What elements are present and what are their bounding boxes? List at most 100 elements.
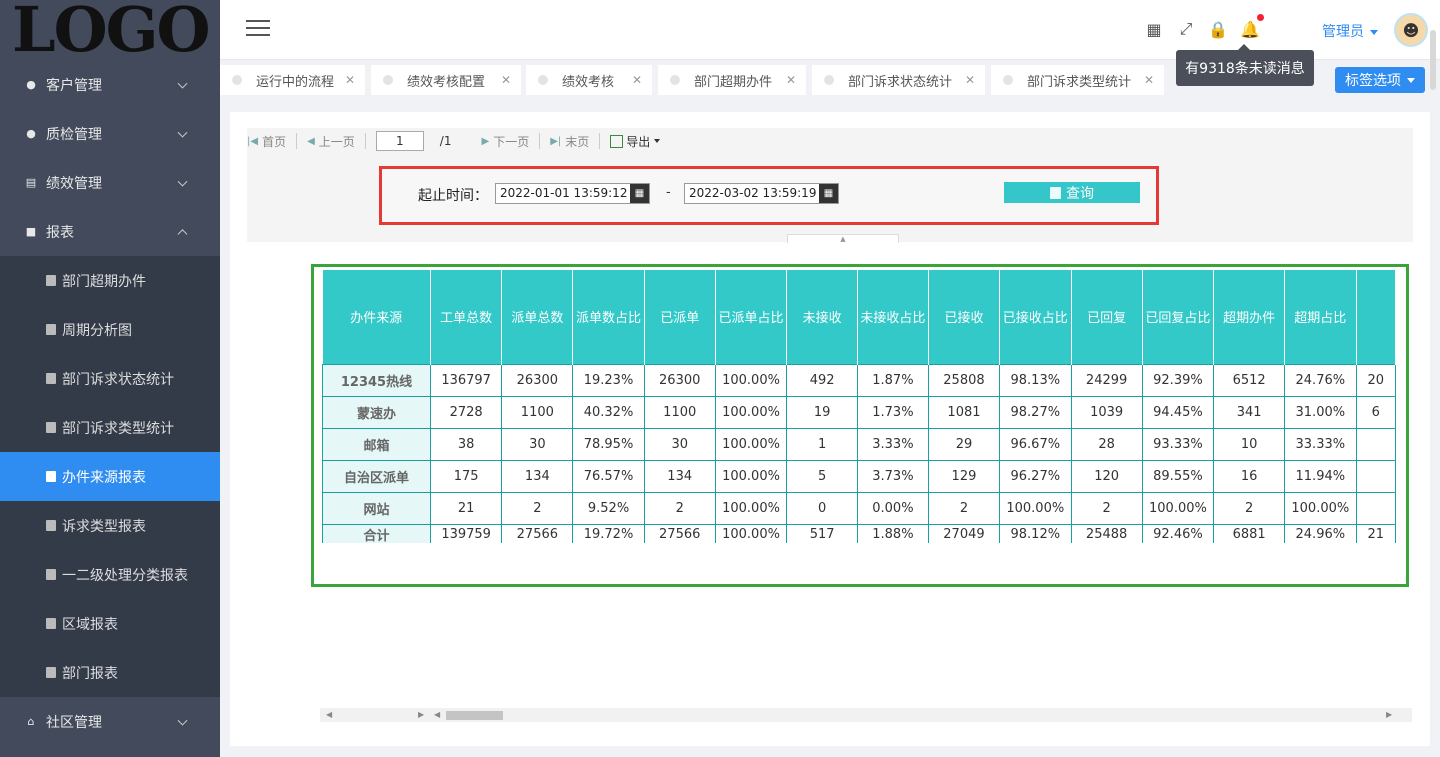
export-button[interactable]: 导出 <box>610 133 661 150</box>
sidebar-item-customer[interactable]: ● 客户管理 <box>0 60 220 109</box>
table-cell: 341 <box>1213 395 1286 429</box>
next-page-button[interactable]: ▶ 下一页 <box>481 133 529 150</box>
submenu-label: 办件来源报表 <box>62 469 146 486</box>
tab-options-button[interactable]: 标签选项 <box>1335 67 1425 93</box>
tab-label: 绩效考核 <box>562 74 615 90</box>
scroll-right-icon[interactable]: ▶ <box>418 710 424 719</box>
page-total: /1 <box>439 134 452 148</box>
admin-label: 管理员 <box>1322 24 1364 40</box>
table-cell: 9.52% <box>572 491 645 525</box>
table-cell: 2 <box>1213 491 1286 525</box>
column-header: 超期办件 <box>1213 270 1286 364</box>
scroll-left-icon[interactable]: ◀ <box>434 710 440 719</box>
table-cell: 100.00% <box>714 395 788 429</box>
admin-dropdown[interactable]: 管理员 <box>1322 21 1378 41</box>
table-cell: 2 <box>643 491 716 525</box>
filter-area: 起止时间： 2022-01-01 13:59:12 ▦ - 2022-03-02 … <box>247 154 1413 243</box>
submenu-label: 一二级处理分类报表 <box>62 567 188 584</box>
document-icon <box>46 520 56 531</box>
sidebar-item-label: 报表 <box>46 224 74 241</box>
last-page-button[interactable]: ▶| 末页 <box>550 133 589 150</box>
table-viewport: 办件来源 工单总数 派单总数 派单数占比 已派单 已派单占比 未接收 未接收占比… <box>322 270 1396 543</box>
sidebar-item-quality[interactable]: ● 质检管理 <box>0 109 220 158</box>
table-header-row: 办件来源 工单总数 派单总数 派单数占比 已派单 已派单占比 未接收 未接收占比… <box>322 270 1396 364</box>
query-label: 查询 <box>1066 185 1094 202</box>
table-cell: 30 <box>643 427 716 461</box>
table-body: 12345热线 136797 26300 19.23% 26300 100.00% 492 1… <box>322 363 1396 543</box>
column-header: 办件来源 <box>322 270 431 364</box>
close-icon[interactable]: ✕ <box>632 73 642 87</box>
caret-down-icon <box>1370 29 1378 35</box>
submenu-item[interactable]: 部门诉求类型统计 <box>0 403 220 452</box>
hamburger-menu-icon[interactable] <box>246 20 270 38</box>
submenu-item[interactable]: 部门诉求状态统计 <box>0 354 220 403</box>
column-header: 工单总数 <box>430 270 503 364</box>
tab[interactable]: 部门诉求类型统计 ✕ <box>991 65 1164 95</box>
table-cell: 100.00% <box>714 363 788 397</box>
table-cell: 31.00% <box>1284 395 1357 429</box>
tab-dot <box>383 75 393 85</box>
table-cell: 139759 <box>429 523 503 543</box>
tab-label: 部门诉求类型统计 <box>1027 74 1132 90</box>
sidebar-item-label: 社区管理 <box>46 714 102 731</box>
submenu-item[interactable]: 诉求类型报表 <box>0 501 220 550</box>
tab[interactable]: 部门超期办件 ✕ <box>658 65 806 95</box>
table-cell: 98.12% <box>999 523 1072 543</box>
close-icon[interactable]: ✕ <box>501 73 511 87</box>
avatar[interactable]: ☻ <box>1394 13 1428 47</box>
submenu-label: 周期分析图 <box>62 322 132 339</box>
submenu-item[interactable]: 区域报表 <box>0 599 220 648</box>
submenu-item[interactable]: 一二级处理分类报表 <box>0 550 220 599</box>
tab-dot <box>824 75 834 85</box>
calendar-icon[interactable]: ▦ <box>630 184 649 203</box>
end-date-input[interactable]: 2022-03-02 13:59:19 ▦ <box>684 183 839 204</box>
scroll-thumb[interactable] <box>446 711 503 720</box>
page-number-input[interactable]: 1 <box>375 131 424 151</box>
close-icon[interactable]: ✕ <box>345 73 355 87</box>
prev-page-icon: ◀ <box>307 135 315 147</box>
submenu-item[interactable]: 部门报表 <box>0 648 220 697</box>
close-icon[interactable]: ✕ <box>786 73 796 87</box>
sidebar-item-reports[interactable]: ■ 报表 <box>0 207 220 256</box>
lock-icon[interactable]: 🔒 <box>1208 18 1228 40</box>
tab[interactable]: 部门诉求状态统计 ✕ <box>812 65 985 95</box>
table-cell: 100.00% <box>714 491 788 525</box>
submenu-item[interactable]: 部门超期办件 <box>0 256 220 305</box>
start-date-input[interactable]: 2022-01-01 13:59:12 ▦ <box>495 183 650 204</box>
collapse-toggle[interactable]: ▲ <box>787 234 899 243</box>
page-scrollbar[interactable] <box>1430 30 1436 90</box>
table-cell: 78.95% <box>572 427 645 461</box>
sidebar-item-community[interactable]: ⌂ 社区管理 <box>0 697 220 746</box>
reports-submenu: 部门超期办件 周期分析图 部门诉求状态统计 部门诉求类型统计 办件来源报表 诉求… <box>0 256 220 697</box>
scroll-right-icon[interactable]: ▶ <box>1386 710 1392 719</box>
scroll-left-icon[interactable]: ◀ <box>326 710 332 719</box>
table-cell: 92.39% <box>1141 363 1215 397</box>
submenu-item-active[interactable]: 办件来源报表 <box>0 452 220 501</box>
tab[interactable]: 绩效考核配置 ✕ <box>371 65 521 95</box>
query-button[interactable]: 查询 <box>1004 182 1140 203</box>
submenu-item[interactable]: 周期分析图 <box>0 305 220 354</box>
prev-page-button[interactable]: ◀ 上一页 <box>307 133 355 150</box>
report-panel: |◀ 首页 ◀ 上一页 1 /1 ▶ 下一页 ▶| 末页 导出 起止时间： 2022-0… <box>230 112 1430 746</box>
first-page-button[interactable]: |◀ 首页 <box>247 133 286 150</box>
table-cell: 24.76% <box>1284 363 1357 397</box>
tab[interactable]: 绩效考核 ✕ <box>526 65 652 95</box>
first-page-icon: |◀ <box>247 135 259 147</box>
table-cell: 2 <box>1070 491 1143 525</box>
grid-apps-icon[interactable]: ▦ <box>1144 18 1164 40</box>
sidebar-item-performance[interactable]: ▤ 绩效管理 <box>0 158 220 207</box>
calendar-icon[interactable]: ▦ <box>819 184 838 203</box>
caret-down-icon <box>1407 77 1415 83</box>
tab-dot <box>670 75 680 85</box>
close-icon[interactable]: ✕ <box>1144 73 1154 87</box>
table-cell: 29 <box>927 427 1001 461</box>
bell-icon[interactable]: 🔔 <box>1240 14 1264 40</box>
document-icon <box>46 324 56 335</box>
close-icon[interactable]: ✕ <box>965 73 975 87</box>
table-cell: 1.88% <box>856 523 929 543</box>
horizontal-scrollbar[interactable]: ◀ ▶ ◀ ▶ <box>320 708 1412 722</box>
table-cell: 136797 <box>429 363 503 397</box>
tab[interactable]: 运行中的流程 ✕ <box>220 65 365 95</box>
fullscreen-icon[interactable]: ⤢ <box>1176 18 1196 40</box>
date-range-label: 起止时间： <box>418 188 488 204</box>
